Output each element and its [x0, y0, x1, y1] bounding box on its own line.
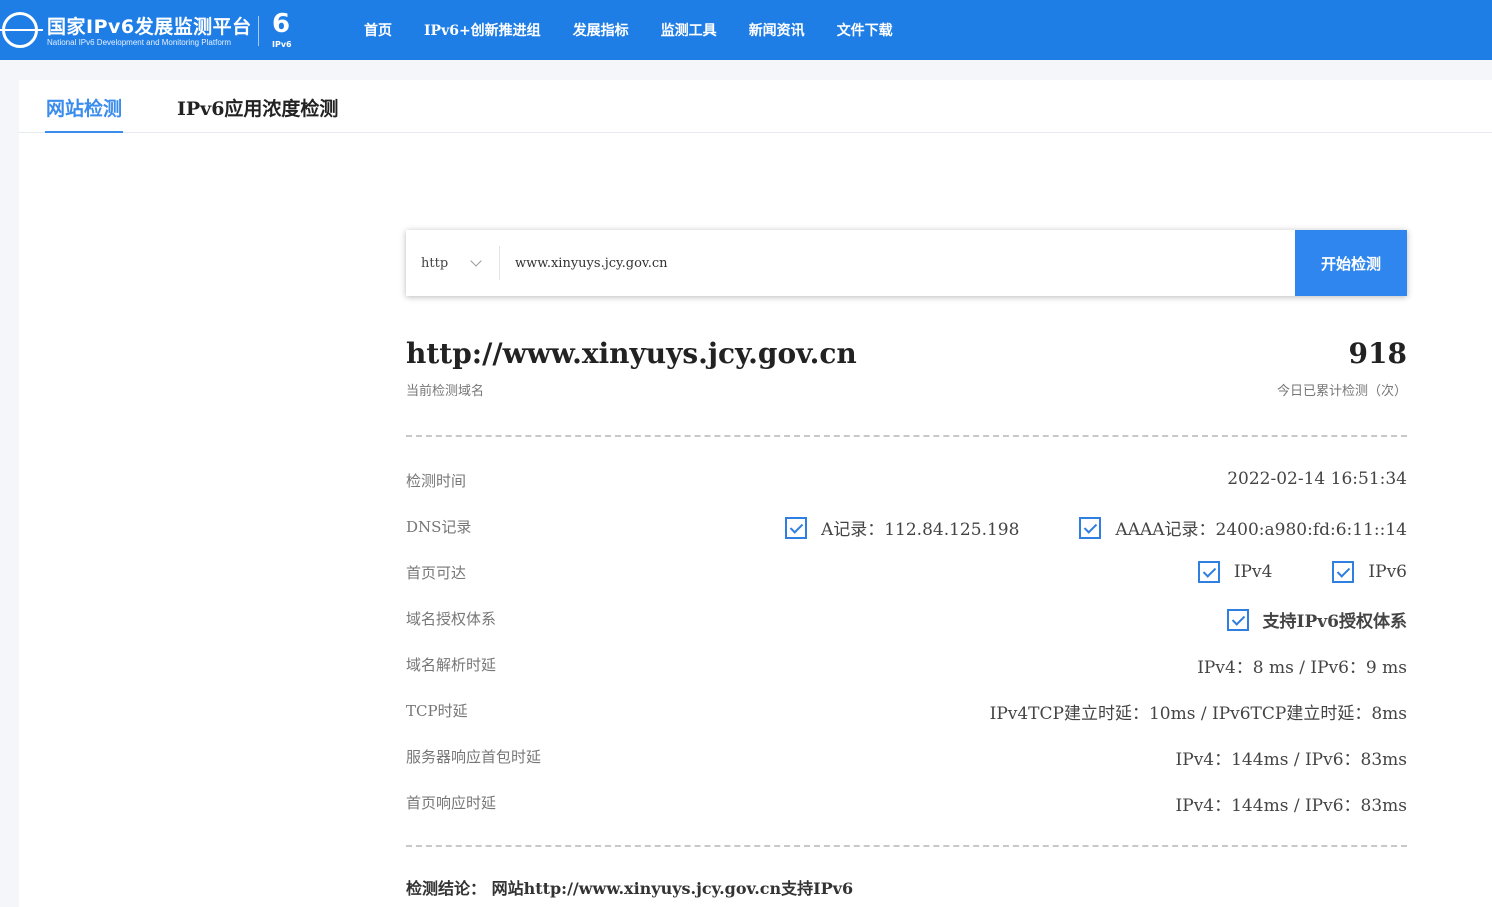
- checkbox-checked-icon: [1079, 516, 1102, 539]
- row-homepage-reachable: 首页可达 IPv4 IPv6: [406, 560, 1407, 584]
- checkbox-checked-icon: [1332, 561, 1355, 583]
- row-homepage-response-latency: 首页响应时延 IPv4：144ms / IPv6：83ms: [406, 790, 1407, 816]
- nav-indicators[interactable]: 发展指标: [573, 20, 629, 40]
- logo-emblem-icon: [0, 12, 43, 48]
- first-packet-latency-value: IPv4：144ms / IPv6：83ms: [1175, 750, 1407, 770]
- homepage-response-latency-value: IPv4：144ms / IPv6：83ms: [1175, 796, 1407, 816]
- row-label: 首页响应时延: [406, 794, 497, 812]
- row-tcp-latency: TCP时延 IPv4TCP建立时延：10ms / IPv6TCP建立时延：8ms: [406, 698, 1407, 724]
- main-nav: 首页 IPv6+创新推进组 发展指标 监测工具 新闻资讯 文件下载: [364, 0, 925, 60]
- nav-monitor-tools[interactable]: 监测工具: [661, 20, 717, 40]
- nav-downloads[interactable]: 文件下载: [837, 20, 893, 40]
- main-card: 网站检测 IPv6应用浓度检测 http 开始检测 http://www.xin…: [19, 80, 1492, 907]
- divider-bottom: [406, 845, 1407, 847]
- protocol-value: http: [421, 255, 449, 271]
- ipv4-reachable: IPv4: [1233, 562, 1273, 582]
- row-domain-auth: 域名授权体系 支持IPv6授权体系: [406, 606, 1407, 632]
- aaaa-record-value: AAAA记录：2400:a980:fd:6:11::14: [1115, 520, 1407, 540]
- site-logo[interactable]: 国家IPv6发展监测平台 National IPv6 Development a…: [0, 8, 300, 52]
- nav-home[interactable]: 首页: [364, 20, 392, 40]
- start-check-button[interactable]: 开始检测: [1295, 230, 1407, 296]
- row-label: 首页可达: [406, 564, 467, 582]
- current-domain-label: 当前检测域名: [406, 384, 485, 399]
- divider-top: [406, 435, 1407, 437]
- row-check-time: 检测时间 2022-02-14 16:51:34: [406, 468, 1407, 492]
- row-label: 域名解析时延: [406, 656, 497, 674]
- logo-title: 国家IPv6发展监测平台: [47, 16, 252, 38]
- row-label: 服务器响应首包时延: [406, 748, 542, 766]
- logo-divider: [258, 16, 259, 46]
- row-label: DNS记录: [406, 518, 472, 536]
- ipv6-auth-value: 支持IPv6授权体系: [1262, 612, 1407, 632]
- checkbox-checked-icon: [784, 516, 807, 539]
- search-box: http 开始检测: [406, 230, 1407, 296]
- domain-auth-values: 支持IPv6授权体系: [1226, 607, 1407, 632]
- nav-ipv6-plus[interactable]: IPv6+创新推进组: [424, 20, 541, 40]
- dns-values: A记录：112.84.125.198 AAAA记录：2400:a980:fd:6…: [784, 515, 1407, 540]
- tcp-latency-value: IPv4TCP建立时延：10ms / IPv6TCP建立时延：8ms: [989, 704, 1407, 724]
- ipv6-reachable: IPv6: [1368, 562, 1407, 582]
- nav-news[interactable]: 新闻资讯: [749, 20, 805, 40]
- tab-website-check[interactable]: 网站检测: [44, 94, 124, 133]
- search-divider: [499, 246, 500, 280]
- current-domain: http://www.xinyuys.jcy.gov.cn: [406, 337, 857, 370]
- resolve-latency-value: IPv4：8 ms / IPv6：9 ms: [1197, 658, 1407, 678]
- row-label: 检测时间: [406, 472, 467, 490]
- ipv6-logo-icon: 6 IPv6: [272, 9, 292, 49]
- checkbox-checked-icon: [1197, 561, 1220, 583]
- tab-bar: 网站检测 IPv6应用浓度检测: [19, 80, 1492, 133]
- check-time-value: 2022-02-14 16:51:34: [1227, 469, 1407, 489]
- top-navbar: 国家IPv6发展监测平台 National IPv6 Development a…: [0, 0, 1492, 60]
- check-conclusion: 检测结论： 网站http://www.xinyuys.jcy.gov.cn支持I…: [406, 879, 854, 898]
- protocol-select[interactable]: http: [421, 230, 448, 296]
- chevron-down-icon: [470, 255, 482, 267]
- tab-app-density-check[interactable]: IPv6应用浓度检测: [177, 94, 338, 121]
- today-check-count-label: 今日已累计检测（次）: [1276, 384, 1407, 399]
- row-first-packet-latency: 服务器响应首包时延 IPv4：144ms / IPv6：83ms: [406, 744, 1407, 770]
- homepage-reachable-values: IPv4 IPv6: [1197, 561, 1407, 583]
- row-resolve-latency: 域名解析时延 IPv4：8 ms / IPv6：9 ms: [406, 652, 1407, 678]
- logo-subtitle: National IPv6 Development and Monitoring…: [47, 38, 232, 47]
- row-dns: DNS记录 A记录：112.84.125.198 AAAA记录：2400:a98…: [406, 514, 1407, 540]
- url-input[interactable]: [508, 247, 1288, 279]
- a-record-value: A记录：112.84.125.198: [820, 520, 1020, 540]
- today-check-count: 918: [1348, 337, 1407, 370]
- row-label: 域名授权体系: [406, 610, 497, 628]
- row-label: TCP时延: [406, 702, 468, 720]
- checkbox-checked-icon: [1226, 608, 1249, 631]
